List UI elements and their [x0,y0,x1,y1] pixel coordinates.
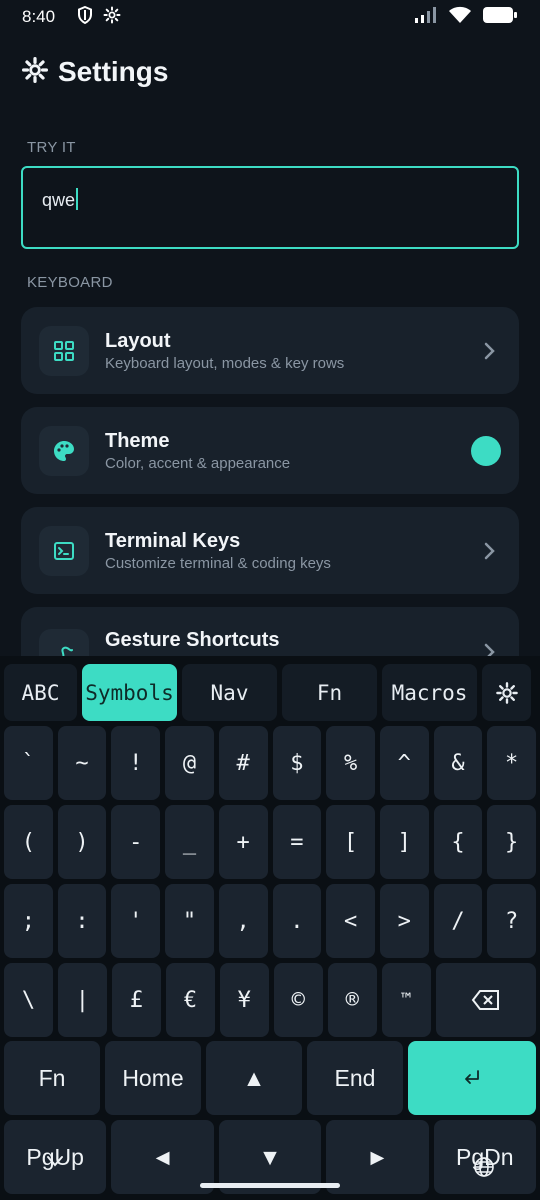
key[interactable]: _ [165,805,214,879]
gesture-icon [39,629,89,656]
card-title: Gesture Shortcuts [105,629,280,651]
key[interactable]: * [487,726,537,800]
card-title: Terminal Keys [105,529,241,552]
key[interactable]: ( [4,805,53,879]
terminal-icon [39,525,89,576]
shield-icon [77,5,93,29]
key[interactable]: | [57,963,107,1037]
key-fn[interactable]: Fn [4,1041,100,1115]
key[interactable]: ^ [379,726,429,800]
accent-color-dot [471,435,501,466]
wifi-icon [448,6,472,29]
gear-icon [495,681,518,704]
key-arrow-left[interactable]: ◄ [111,1120,214,1194]
key[interactable]: : [57,884,107,958]
card-subtitle: Customize terminal & coding keys [105,554,331,572]
settings-card-theme[interactable]: Theme Color, accent & appearance [21,407,519,494]
key[interactable]: © [273,963,323,1037]
key[interactable]: & [433,726,483,800]
signal-icon [414,6,438,29]
key[interactable]: ) [57,805,107,879]
status-time: 8:40 [22,7,56,26]
mode-key-abc[interactable]: ABC [4,664,77,721]
key[interactable]: ? [487,884,537,958]
card-title: Theme [105,429,170,452]
grid-icon [39,325,89,376]
key[interactable]: ` [4,726,53,800]
keyboard: ABC Symbols Nav Fn Macros ` ~ ! @ # $ % … [0,656,540,1200]
page-header: Settings [22,56,168,88]
settings-card-layout[interactable]: Layout Keyboard layout, modes & key rows [21,307,519,394]
backspace-icon [471,990,499,1010]
settings-gear-icon [22,56,48,88]
chevron-right-icon [479,542,501,560]
key[interactable]: . [272,884,322,958]
gear-status-icon [103,6,121,29]
key-row-3: ; : ' " , . < > / ? [4,884,537,958]
status-bar: 8:40 [0,0,540,34]
key-arrow-up[interactable]: ▲ [206,1041,302,1115]
section-label-keyboard: KEYBOARD [27,274,113,291]
section-label-try-it: TRY IT [27,139,76,156]
key[interactable]: $ [272,726,322,800]
chevron-right-icon [479,342,501,360]
key[interactable]: " [165,884,214,958]
card-subtitle: Color, accent & appearance [105,454,291,472]
gesture-navigation-handle[interactable] [200,1183,340,1188]
palette-icon [39,425,89,476]
key[interactable]: { [433,805,483,879]
try-it-input-value: qwe [42,190,76,210]
key[interactable]: - [111,805,161,879]
key-row-5: Fn Home ▲ End [4,1041,536,1115]
key[interactable]: [ [326,805,375,879]
card-title: Layout [105,329,171,352]
keyboard-mode-bar: ABC Symbols Nav Fn Macros [4,664,536,721]
key[interactable]: > [379,884,429,958]
key[interactable]: % [326,726,375,800]
key-end[interactable]: End [307,1041,403,1115]
chevron-right-icon [479,643,501,656]
chevron-down-icon[interactable] [46,1154,64,1173]
key[interactable]: / [433,884,483,958]
backspace-key[interactable] [435,963,536,1037]
card-subtitle: Keyboard layout, modes & key rows [105,354,345,372]
settings-card-gesture-shortcuts[interactable]: Gesture Shortcuts [21,607,519,656]
key[interactable]: ™ [381,963,431,1037]
key-home[interactable]: Home [105,1041,201,1115]
page-title: Settings [58,56,169,87]
key[interactable]: ' [111,884,161,958]
key[interactable]: } [487,805,537,879]
key-row-2: ( ) - _ + = [ ] { } [4,805,537,879]
enter-icon [465,1070,479,1084]
text-caret [76,188,79,210]
key[interactable]: ] [379,805,429,879]
enter-key[interactable] [408,1041,536,1115]
key-arrow-right[interactable]: ► [326,1120,429,1194]
key[interactable]: + [218,805,268,879]
mode-key-macros[interactable]: Macros [382,664,477,721]
key[interactable]: ! [111,726,161,800]
key[interactable]: # [218,726,268,800]
key[interactable]: ® [327,963,377,1037]
key-row-4: \ | £ € ¥ © ® ™ [4,963,536,1037]
globe-icon[interactable] [473,1156,495,1183]
mode-key-fn[interactable]: Fn [282,664,377,721]
mode-key-nav[interactable]: Nav [182,664,277,721]
key[interactable]: ; [4,884,53,958]
key[interactable]: ~ [57,726,107,800]
keyboard-settings-button[interactable] [482,664,531,721]
key[interactable]: £ [111,963,161,1037]
key[interactable]: ¥ [219,963,269,1037]
try-it-input[interactable]: qwe [21,166,519,249]
key[interactable]: < [326,884,375,958]
key[interactable]: € [165,963,215,1037]
battery-icon [482,6,518,29]
mode-key-symbols[interactable]: Symbols [82,664,177,721]
key[interactable]: \ [4,963,53,1037]
key[interactable]: = [272,805,322,879]
key[interactable]: , [218,884,268,958]
key-row-1: ` ~ ! @ # $ % ^ & * [4,726,537,800]
key[interactable]: @ [165,726,214,800]
settings-card-terminal-keys[interactable]: Terminal Keys Customize terminal & codin… [21,507,519,594]
